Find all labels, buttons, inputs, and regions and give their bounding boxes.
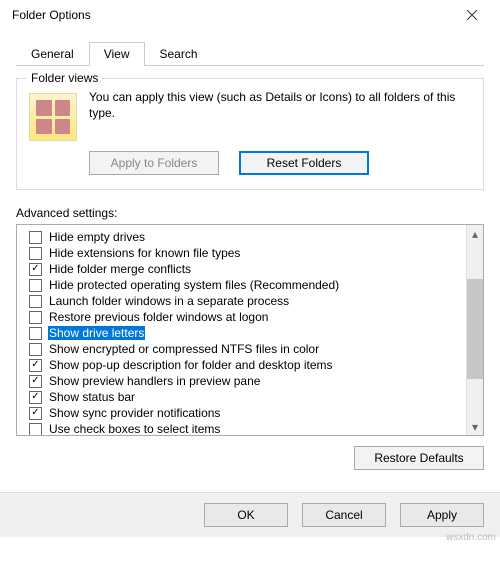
folder-views-title: Folder views (27, 71, 102, 85)
list-item-label: Show encrypted or compressed NTFS files … (48, 342, 320, 356)
apply-button[interactable]: Apply (400, 503, 484, 527)
folder-views-buttons: Apply to Folders Reset Folders (89, 151, 471, 175)
checkbox[interactable] (29, 247, 42, 260)
list-item-label: Hide empty drives (48, 230, 146, 244)
list-item-label: Use check boxes to select items (48, 422, 221, 435)
list-item[interactable]: Show pop-up description for folder and d… (19, 357, 464, 373)
cancel-button[interactable]: Cancel (302, 503, 386, 527)
list-item[interactable]: Show preview handlers in preview pane (19, 373, 464, 389)
checkbox[interactable] (29, 391, 42, 404)
reset-folders-button[interactable]: Reset Folders (239, 151, 369, 175)
list-item-label: Show status bar (48, 390, 136, 404)
checkbox[interactable] (29, 263, 42, 276)
checkbox[interactable] (29, 375, 42, 388)
list-item-label: Show sync provider notifications (48, 406, 221, 420)
checkbox[interactable] (29, 423, 42, 436)
tab-search[interactable]: Search (145, 42, 213, 65)
list-item[interactable]: Use check boxes to select items (19, 421, 464, 435)
list-item[interactable]: Hide extensions for known file types (19, 245, 464, 261)
folder-icon (29, 93, 77, 141)
checkbox[interactable] (29, 327, 42, 340)
dialog-content: General View Search Folder views You can… (0, 30, 500, 478)
titlebar: Folder Options (0, 0, 500, 30)
list-item-label: Show preview handlers in preview pane (48, 374, 261, 388)
list-item-label: Show drive letters (48, 326, 145, 340)
list-item[interactable]: Show sync provider notifications (19, 405, 464, 421)
tab-general[interactable]: General (16, 42, 89, 65)
folder-views-description: You can apply this view (such as Details… (89, 89, 471, 121)
checkbox[interactable] (29, 295, 42, 308)
checkbox[interactable] (29, 311, 42, 324)
tab-view[interactable]: View (89, 42, 145, 66)
folder-views-row: You can apply this view (such as Details… (29, 89, 471, 141)
close-icon (467, 10, 477, 20)
list-item-label: Hide protected operating system files (R… (48, 278, 340, 292)
folder-views-group: Folder views You can apply this view (su… (16, 78, 484, 190)
advanced-settings-box: Hide empty drives Hide extensions for kno… (16, 224, 484, 436)
list-item[interactable]: Launch folder windows in a separate proc… (19, 293, 464, 309)
checkbox[interactable] (29, 231, 42, 244)
list-item[interactable]: Hide empty drives (19, 229, 464, 245)
window-title: Folder Options (8, 8, 91, 22)
list-item-label: Launch folder windows in a separate proc… (48, 294, 290, 308)
checkbox[interactable] (29, 279, 42, 292)
list-item-label: Restore previous folder windows at logon (48, 310, 269, 324)
ok-button[interactable]: OK (204, 503, 288, 527)
restore-defaults-button[interactable]: Restore Defaults (354, 446, 484, 470)
restore-defaults-row: Restore Defaults (16, 446, 484, 470)
list-item[interactable]: Show drive letters (19, 325, 464, 341)
list-item-label: Hide folder merge conflicts (48, 262, 192, 276)
dialog-footer: OK Cancel Apply (0, 492, 500, 537)
advanced-settings-list[interactable]: Hide empty drives Hide extensions for kno… (17, 225, 466, 435)
checkbox[interactable] (29, 407, 42, 420)
advanced-settings-label: Advanced settings: (16, 206, 484, 220)
scrollbar[interactable]: ▴ ▾ (466, 225, 483, 435)
tab-bar: General View Search (16, 42, 484, 66)
watermark: wsxdn.com (446, 532, 496, 543)
list-item[interactable]: Show status bar (19, 389, 464, 405)
apply-to-folders-button: Apply to Folders (89, 151, 219, 175)
list-item[interactable]: Show encrypted or compressed NTFS files … (19, 341, 464, 357)
checkbox[interactable] (29, 359, 42, 372)
list-item[interactable]: Hide folder merge conflicts (19, 261, 464, 277)
list-item-label: Hide extensions for known file types (48, 246, 241, 260)
list-item[interactable]: Restore previous folder windows at logon (19, 309, 464, 325)
scroll-down-arrow[interactable]: ▾ (467, 418, 483, 435)
scrollbar-thumb[interactable] (467, 279, 483, 379)
checkbox[interactable] (29, 343, 42, 356)
list-item-label: Show pop-up description for folder and d… (48, 358, 334, 372)
list-item[interactable]: Hide protected operating system files (R… (19, 277, 464, 293)
close-button[interactable] (452, 1, 492, 29)
scroll-up-arrow[interactable]: ▴ (467, 225, 483, 242)
